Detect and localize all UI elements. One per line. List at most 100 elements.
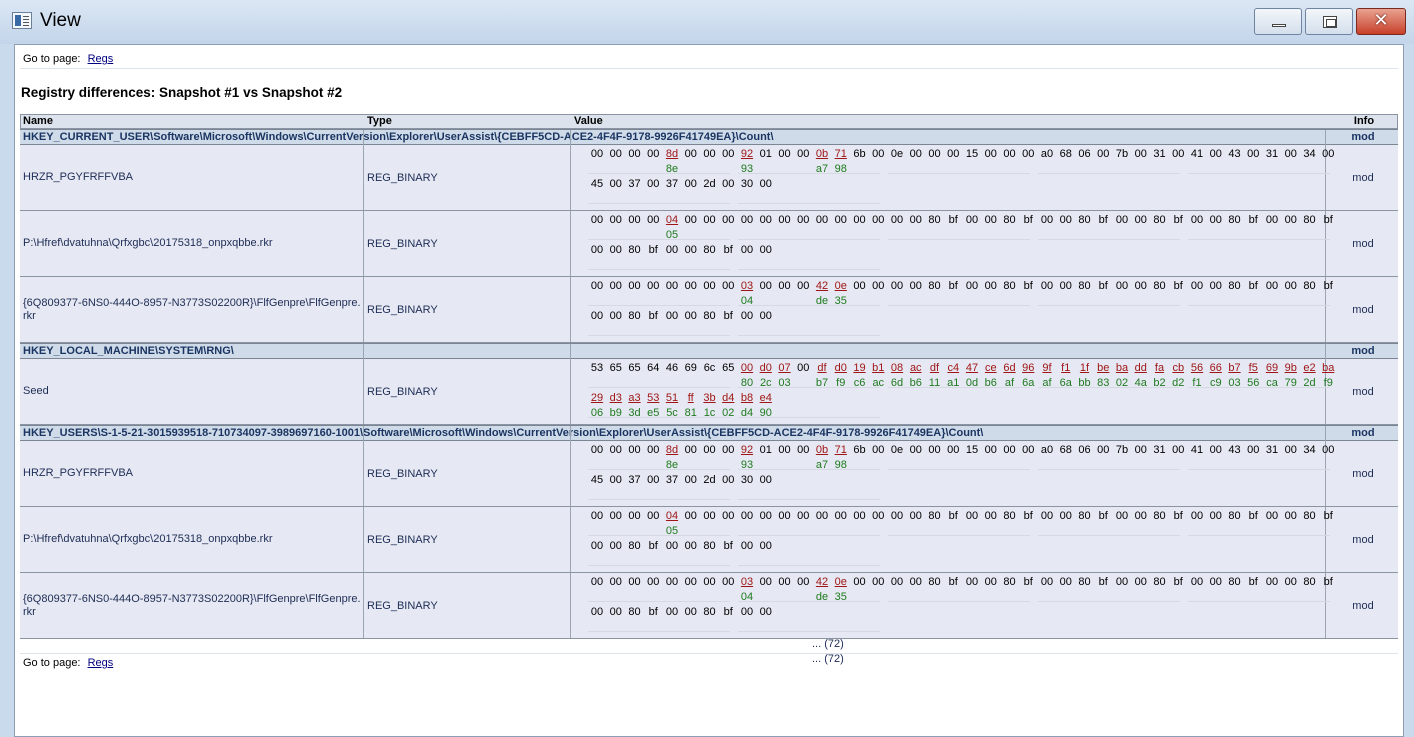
hex-byte: 56 bbox=[1190, 362, 1204, 374]
new-hex-byte: f9 bbox=[836, 377, 846, 389]
hex-byte: 7b bbox=[1115, 148, 1129, 160]
hex-byte: 00 bbox=[965, 576, 979, 588]
hex-byte: 37 bbox=[665, 178, 679, 190]
byte-count: ... (72) bbox=[812, 653, 844, 665]
table-row[interactable]: HRZR_PGYFRFFVBA REG_BINARY mod 00 00 00 00 8d 8e… bbox=[20, 441, 1398, 533]
value-type: REG_BINARY bbox=[367, 599, 438, 612]
table-row[interactable]: Seed REG_BINARY mod 53 65 65 64 46 69 6c 65 00 80 d0 2… bbox=[20, 359, 1398, 451]
minimize-button[interactable] bbox=[1254, 8, 1302, 35]
goto-regs-link[interactable]: Regs bbox=[88, 53, 114, 65]
hex-byte: 34 bbox=[1303, 148, 1316, 160]
new-hex-byte: a1 bbox=[947, 377, 960, 389]
column-divider bbox=[570, 573, 571, 638]
hex-byte: 00 bbox=[609, 148, 622, 160]
hex-byte: 6b bbox=[853, 148, 866, 160]
hex-byte: 00 bbox=[1134, 576, 1147, 588]
hex-byte: 00 bbox=[740, 310, 754, 322]
hex-group: 0e 00 00 00 15 00 00 00 bbox=[888, 147, 1036, 175]
new-hex-byte: 56 bbox=[1247, 377, 1260, 389]
hex-byte: 00 bbox=[722, 178, 735, 190]
hex-byte: 00 bbox=[759, 510, 772, 522]
hex-byte: 00 bbox=[665, 244, 679, 256]
table-row[interactable]: P:\Hfref\dvatuhna\Qrfxgbc\20175318_onpxq… bbox=[20, 507, 1398, 599]
value-info: mod bbox=[1352, 467, 1374, 480]
hex-byte: 00 bbox=[590, 214, 604, 226]
hex-group: 00 00 00 00 00 00 00 00 bbox=[588, 279, 736, 307]
new-hex-byte: b2 bbox=[1153, 377, 1166, 389]
hex-group: 00 00 00 00 04 05 00 00 00 bbox=[588, 213, 736, 241]
hex-byte: 01 bbox=[759, 444, 772, 456]
hex-byte: 0b bbox=[815, 148, 829, 160]
hex-byte: b1 bbox=[872, 362, 885, 374]
new-hex-byte: 02 bbox=[1115, 377, 1129, 389]
new-hex-byte: 0d bbox=[965, 377, 979, 389]
hex-byte: 00 bbox=[1265, 280, 1279, 292]
hex-byte: 00 bbox=[740, 540, 754, 552]
hex-byte: bf bbox=[1098, 510, 1108, 522]
hex-byte: 31 bbox=[1265, 148, 1279, 160]
table-row[interactable]: {6Q809377-6NS0-444O-8957-N3773S02200R}\F… bbox=[20, 277, 1398, 369]
close-button[interactable]: ✕ bbox=[1356, 8, 1406, 35]
hex-byte: 31 bbox=[1265, 444, 1279, 456]
hex-byte: 00 bbox=[1284, 280, 1297, 292]
table-row[interactable]: P:\Hfref\dvatuhna\Qrfxgbc\20175318_onpxq… bbox=[20, 211, 1398, 303]
value-name: {6Q809377-6NS0-444O-8957-N3773S02200R}\F… bbox=[23, 296, 361, 322]
new-hex-byte: 1c bbox=[703, 407, 716, 419]
hex-byte: 00 bbox=[947, 148, 960, 160]
hex-byte: bf bbox=[948, 510, 958, 522]
column-divider bbox=[570, 507, 571, 572]
hex-byte: 80 bbox=[928, 214, 941, 226]
value-type: REG_BINARY bbox=[367, 385, 438, 398]
column-divider bbox=[363, 344, 364, 360]
hex-byte: 00 bbox=[1190, 576, 1204, 588]
hex-byte: 65 bbox=[609, 362, 622, 374]
table-row[interactable]: HRZR_PGYFRFFVBA REG_BINARY mod 00 00 00 00 8d 8e… bbox=[20, 145, 1398, 237]
goto-regs-link[interactable]: Regs bbox=[88, 657, 114, 669]
hex-byte: 00 bbox=[797, 444, 810, 456]
table-row[interactable]: {6Q809377-6NS0-444O-8957-N3773S02200R}\F… bbox=[20, 573, 1398, 665]
new-hex-byte: a7 bbox=[815, 163, 829, 175]
hex-byte: a3 bbox=[628, 392, 641, 404]
hex-byte: 37 bbox=[665, 474, 679, 486]
hex-byte: 00 bbox=[1265, 576, 1279, 588]
hex-group: 00 00 bbox=[738, 539, 886, 567]
hex-byte: 00 bbox=[665, 310, 679, 322]
hex-group: 00 00 80 bf 00 00 80 bf bbox=[588, 243, 736, 271]
hex-byte: be bbox=[1097, 362, 1110, 374]
new-hex-byte: b7 bbox=[815, 377, 829, 389]
maximize-button[interactable] bbox=[1305, 8, 1353, 35]
hex-byte: 6c bbox=[703, 362, 716, 374]
group-info: mod bbox=[1351, 131, 1375, 143]
hex-byte: bf bbox=[1173, 214, 1183, 226]
hex-byte: df bbox=[929, 362, 940, 374]
hex-byte: 00 bbox=[590, 606, 604, 618]
value-type: REG_BINARY bbox=[367, 303, 438, 316]
hex-byte: 6d bbox=[1003, 362, 1016, 374]
hex-byte: 43 bbox=[1228, 444, 1241, 456]
hex-byte: 00 bbox=[1040, 510, 1054, 522]
hex-byte: 00 bbox=[778, 280, 791, 292]
new-hex-byte: af bbox=[1042, 377, 1052, 389]
new-hex-byte: 90 bbox=[759, 407, 772, 419]
hex-byte: 80 bbox=[1003, 576, 1016, 588]
hex-group: 00 00 00 00 8d 8e 00 00 00 bbox=[588, 147, 736, 175]
hex-group: b8 d4 e4 90 bbox=[738, 391, 886, 419]
new-hex-byte: bb bbox=[1078, 377, 1091, 389]
col-info-header: Info bbox=[1353, 115, 1375, 127]
hex-byte: 00 bbox=[684, 576, 697, 588]
hex-byte: 00 bbox=[872, 444, 885, 456]
hex-byte: 80 bbox=[703, 310, 716, 322]
new-hex-byte: 8e bbox=[665, 163, 679, 175]
hex-group: 9f af f1 6a 1f bb be 83 ba 02 dd 4a fa b2 cb d2 bbox=[1038, 361, 1186, 389]
hex-byte: 00 bbox=[1040, 280, 1054, 292]
hex-byte: 00 bbox=[909, 280, 922, 292]
hex-byte: 00 bbox=[1247, 148, 1260, 160]
hex-group: 00 00 80 bf 00 00 80 bf bbox=[588, 309, 736, 337]
title-bar: View ✕ bbox=[0, 0, 1414, 44]
hex-byte: 80 bbox=[703, 606, 716, 618]
hex-byte: 00 bbox=[722, 280, 735, 292]
hex-byte: 00 bbox=[778, 510, 791, 522]
new-hex-byte: c6 bbox=[853, 377, 866, 389]
hex-byte: d3 bbox=[609, 392, 622, 404]
new-hex-byte: 04 bbox=[740, 591, 754, 603]
